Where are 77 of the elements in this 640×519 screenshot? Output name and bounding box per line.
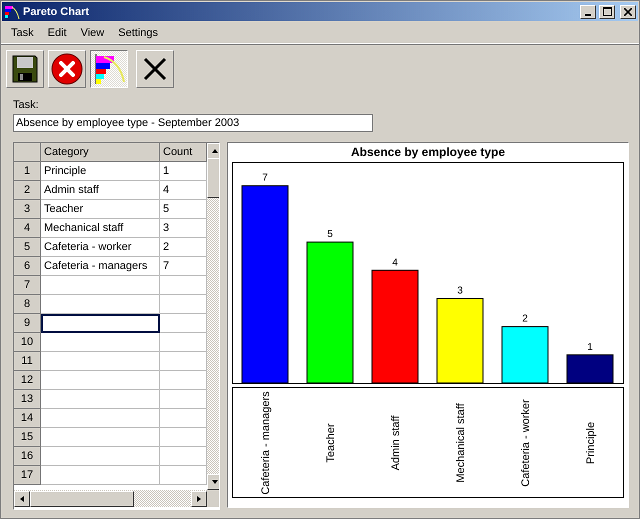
table-cell[interactable]: Cafeteria - worker: [41, 238, 160, 257]
arrow-icon: [211, 147, 219, 155]
table-cell[interactable]: [41, 447, 160, 466]
row-number: 13: [14, 390, 41, 409]
row-number: 5: [14, 238, 41, 257]
horizontal-scrollbar[interactable]: [14, 490, 207, 507]
bar: [502, 326, 548, 384]
menu-item[interactable]: Settings: [110, 27, 164, 39]
vertical-scrollbar[interactable]: [207, 143, 219, 490]
table-cell[interactable]: [41, 390, 160, 409]
column-header[interactable]: Category: [41, 143, 160, 162]
row-number: 14: [14, 409, 41, 428]
task-field[interactable]: Absence by employee type - September 2003: [13, 114, 373, 132]
menu-item[interactable]: Task: [3, 27, 40, 39]
scroll-thumb[interactable]: [207, 158, 219, 198]
arrow-icon: [211, 478, 219, 486]
row-number: 1: [14, 162, 41, 181]
data-label: 3: [457, 285, 463, 296]
table-cell[interactable]: [41, 333, 160, 352]
table-cell[interactable]: [41, 371, 160, 390]
column-header[interactable]: Count: [160, 143, 207, 162]
row-number: 6: [14, 257, 41, 276]
menu-item[interactable]: View: [72, 27, 110, 39]
arrow-icon: [18, 494, 26, 502]
task-label: Task:: [13, 99, 40, 111]
close-icon: [624, 8, 632, 16]
delete-icon: [142, 56, 168, 82]
row-number: 8: [14, 295, 41, 314]
table-cell[interactable]: [41, 295, 160, 314]
scroll-thumb[interactable]: [30, 490, 134, 506]
cancel-icon: [50, 52, 84, 86]
category-label: Cafeteria - worker: [520, 399, 532, 487]
data-label: 1: [587, 342, 593, 353]
category-label: Admin staff: [390, 416, 402, 470]
row-number: 11: [14, 352, 41, 371]
row-number: 16: [14, 447, 41, 466]
row-number: 4: [14, 219, 41, 238]
toolbar-button[interactable]: [90, 50, 128, 88]
row-number: 7: [14, 276, 41, 295]
table-cell[interactable]: [41, 409, 160, 428]
data-label: 5: [327, 229, 333, 240]
table-cell[interactable]: [41, 466, 160, 485]
table-cell[interactable]: Teacher: [41, 200, 160, 219]
row-number: 9: [14, 314, 41, 333]
maximize-icon: [602, 7, 612, 16]
data-label: 2: [522, 314, 528, 325]
arrow-icon: [195, 494, 203, 502]
table-cell[interactable]: Admin staff: [41, 181, 160, 200]
table-cell[interactable]: [41, 428, 160, 447]
menu-item[interactable]: Edit: [40, 27, 73, 39]
row-number: 3: [14, 200, 41, 219]
row-number: 12: [14, 371, 41, 390]
maximize-button[interactable]: [599, 4, 615, 18]
row-number: 15: [14, 428, 41, 447]
bar: [566, 354, 614, 384]
app-icon: [4, 4, 20, 20]
minimize-icon: [585, 14, 591, 16]
chart-title: Absence by employee type: [350, 145, 506, 159]
scrollbar-corner: [207, 490, 219, 507]
minimize-button[interactable]: [580, 4, 596, 18]
data-label: 4: [392, 257, 398, 268]
row-number: 2: [14, 181, 41, 200]
category-label: Principle: [585, 422, 597, 464]
window-title: Pareto Chart: [23, 6, 90, 18]
close-button[interactable]: [620, 4, 636, 18]
category-label: Cafeteria - managers: [260, 391, 272, 495]
row-number: 10: [14, 333, 41, 352]
category-label: Mechanical staff: [455, 403, 467, 483]
table-cell[interactable]: [41, 276, 160, 295]
table-cell[interactable]: [41, 314, 160, 333]
table-cell[interactable]: Principle: [41, 162, 160, 181]
table-cell[interactable]: Cafeteria - managers: [41, 257, 160, 276]
row-number: 17: [14, 466, 41, 485]
data-label: 7: [262, 172, 268, 184]
table-cell[interactable]: Mechanical staff: [41, 219, 160, 238]
category-label: Teacher: [325, 423, 337, 463]
table-cell[interactable]: [41, 352, 160, 371]
